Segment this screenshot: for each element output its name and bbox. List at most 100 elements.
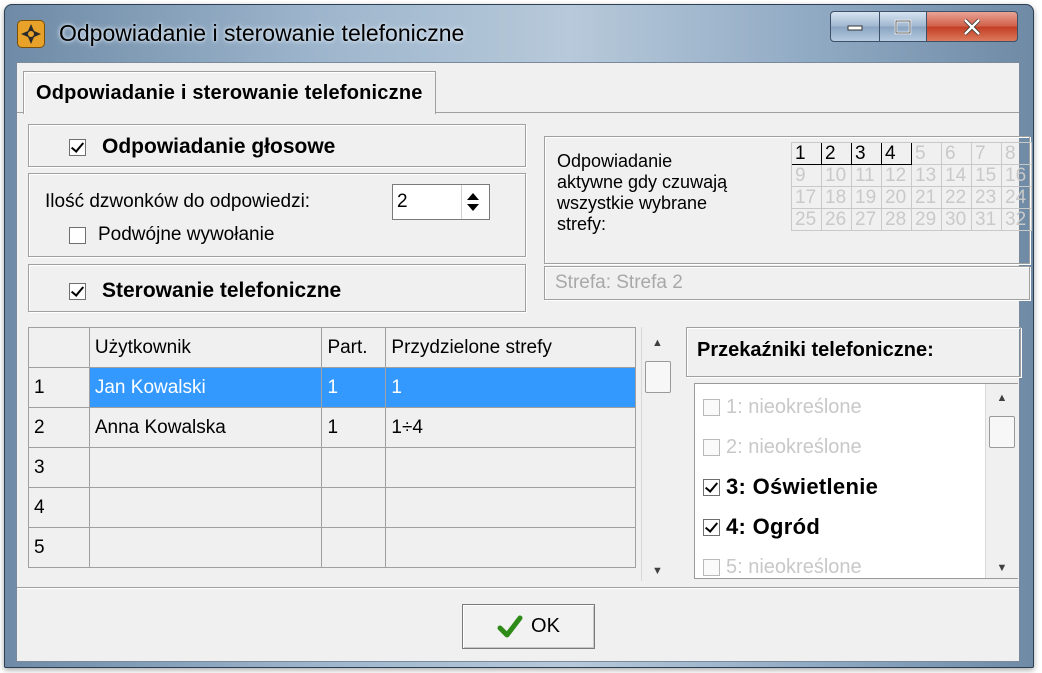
zone-cell[interactable]: 31 [972,209,1002,231]
zone-cell[interactable]: 26 [822,209,852,231]
zone-cell[interactable]: 25 [792,209,822,231]
relay-checkbox[interactable] [703,438,720,456]
row-number[interactable]: 5 [28,527,90,568]
ok-label: OK [531,615,560,637]
table-cell[interactable] [385,447,636,488]
tab-strip: Odpowiadanie i sterowanie telefoniczne [17,63,1019,114]
row-number[interactable]: 2 [28,407,90,448]
tab-odpowiadanie[interactable]: Odpowiadanie i sterowanie telefoniczne [23,71,436,114]
ok-button[interactable]: OK [462,604,595,649]
table-cell[interactable] [88,487,323,528]
table-cell[interactable]: 1 [321,407,387,448]
table-cell[interactable]: 1÷4 [385,407,636,448]
table-row[interactable]: 1 Jan Kowalski 1 1 [28,367,636,408]
zone-cell[interactable]: 32 [1002,209,1032,231]
relay-label: 4: Ogród [726,514,821,539]
relays-scroll-down-icon[interactable]: ▼ [986,562,1018,574]
rings-input[interactable]: 2 [392,184,490,220]
zone-cell[interactable]: 17 [792,187,822,209]
zone-cell[interactable]: 24 [1002,187,1032,209]
zone-cell[interactable]: 20 [882,187,912,209]
zone-cell[interactable]: 5 [912,143,942,165]
table-row[interactable]: 3 [28,447,636,488]
row-number[interactable]: 4 [28,487,90,528]
relay-checkbox[interactable] [703,478,720,496]
minimize-button[interactable] [830,11,880,42]
row-number[interactable]: 3 [28,447,90,488]
relay-checkbox[interactable] [703,518,720,536]
scroll-up-icon[interactable]: ▲ [642,337,673,349]
zone-cell[interactable]: 1 [792,143,822,165]
table-cell[interactable] [321,487,387,528]
table-cell[interactable]: Jan Kowalski [88,367,323,408]
zone-cell[interactable]: 11 [852,165,882,187]
table-cell[interactable] [385,487,636,528]
table-cell[interactable]: 1 [385,367,636,408]
users-column-header[interactable]: Part. [321,327,387,368]
table-cell[interactable] [88,527,323,568]
zone-cell[interactable]: 9 [792,165,822,187]
relay-label: 1: nieokreślone [726,395,862,418]
zone-cell[interactable]: 22 [942,187,972,209]
users-column-header[interactable]: Przydzielone strefy [385,327,636,368]
rings-panel: Ilość dzwonków do odpowiedzi: 2 Podwójne… [28,173,526,257]
relays-scroll-thumb[interactable] [989,416,1015,448]
zone-cell[interactable]: 18 [822,187,852,209]
relay-item[interactable]: 4: Ogród [703,512,820,542]
zone-cell[interactable]: 6 [942,143,972,165]
zone-cell[interactable]: 14 [942,165,972,187]
users-column-header[interactable] [28,327,90,368]
relay-item[interactable]: 2: nieokreślone [703,432,862,462]
users-table-scrollbar[interactable]: ▲ ▼ [641,327,673,581]
users-column-header[interactable]: Użytkownik [88,327,323,368]
relays-scrollbar[interactable]: ▲ ▼ [985,384,1018,578]
users-scroll-thumb[interactable] [645,361,671,393]
zone-cell[interactable]: 3 [852,143,882,165]
relay-item[interactable]: 3: Oświetlenie [703,472,878,502]
users-table[interactable]: Użytkownik Part. Przydzielone strefy 1 Jan … [28,327,636,568]
zone-cell[interactable]: 30 [942,209,972,231]
table-cell[interactable] [88,447,323,488]
zones-grid[interactable]: 1 2 3 4 5 6 7 8 9 10 11 12 13 14 15 16 17 18 19 20 21 22 23 24 2… [791,142,1032,231]
app-icon[interactable] [17,20,45,48]
zone-cell[interactable]: 23 [972,187,1002,209]
zone-cell[interactable]: 13 [912,165,942,187]
row-number[interactable]: 1 [28,367,90,408]
table-row[interactable]: 5 [28,527,636,568]
table-row[interactable]: 4 [28,487,636,528]
relays-list[interactable]: ▲ ▼ 1: nieokreślone 2: nieokreślone 3: Ośw… [694,383,1018,579]
relay-item[interactable]: 5: nieokreślone [703,552,862,582]
zone-cell[interactable]: 16 [1002,165,1032,187]
relay-checkbox[interactable] [703,398,720,416]
table-cell[interactable] [321,447,387,488]
zone-cell[interactable]: 28 [882,209,912,231]
zone-cell[interactable]: 4 [882,143,912,165]
title-bar[interactable]: Odpowiadanie i sterowanie telefoniczne [4,4,1034,62]
table-cell[interactable]: Anna Kowalska [88,407,323,448]
scroll-down-icon[interactable]: ▼ [642,565,673,577]
close-button[interactable] [926,11,1018,42]
zone-cell[interactable]: 19 [852,187,882,209]
relay-checkbox[interactable] [703,558,720,576]
zone-cell[interactable]: 15 [972,165,1002,187]
zone-cell[interactable]: 10 [822,165,852,187]
table-cell[interactable] [385,527,636,568]
phone-control-checkbox[interactable] [69,282,86,300]
table-cell[interactable]: 1 [321,367,387,408]
dialog-client-area: Odpowiadanie i sterowanie telefoniczne O… [16,62,1032,662]
zone-cell[interactable]: 27 [852,209,882,231]
relay-item[interactable]: 1: nieokreślone [703,392,862,422]
zone-cell[interactable]: 2 [822,143,852,165]
zone-cell[interactable]: 8 [1002,143,1032,165]
zone-cell[interactable]: 21 [912,187,942,209]
zone-cell[interactable]: 29 [912,209,942,231]
rings-stepper[interactable] [461,185,484,219]
relays-scroll-up-icon[interactable]: ▲ [986,392,1018,404]
zone-cell[interactable]: 12 [882,165,912,187]
maximize-button[interactable] [879,11,927,42]
table-cell[interactable] [321,527,387,568]
voice-answer-checkbox[interactable] [69,138,86,156]
zone-cell[interactable]: 7 [972,143,1002,165]
table-row[interactable]: 2 Anna Kowalska 1 1÷4 [28,407,636,448]
double-call-checkbox[interactable] [69,226,86,244]
